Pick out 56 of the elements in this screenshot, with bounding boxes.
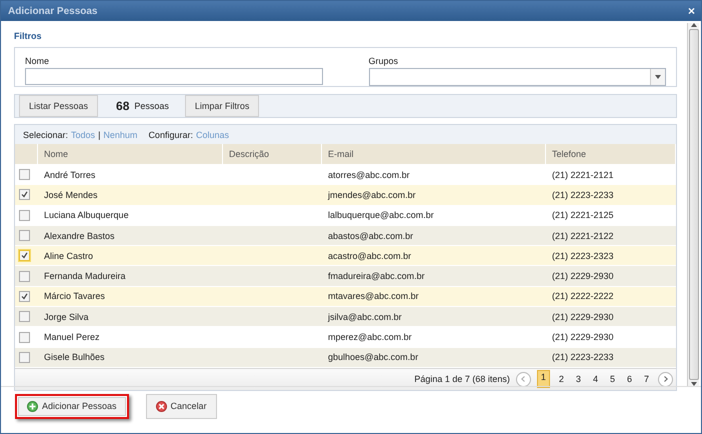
count-label: Pessoas — [134, 101, 169, 111]
table-cell: Fernanda Madureira — [44, 271, 126, 282]
table-cell: Alexandre Bastos — [44, 230, 115, 241]
list-people-button[interactable]: Listar Pessoas — [19, 95, 98, 117]
page-link[interactable]: 5 — [606, 373, 618, 386]
table-cell: Gisele Bulhões — [44, 352, 105, 362]
table-cell: mperez@abc.com.br — [328, 332, 412, 342]
separator: | — [98, 130, 100, 140]
page-link[interactable]: 4 — [590, 373, 601, 386]
table-cell: (21) 2229-2930 — [552, 312, 614, 322]
table-cell: (21) 2223-2233 — [552, 352, 614, 362]
column-header[interactable]: Telefone — [552, 149, 586, 159]
page-link[interactable]: 1 — [536, 370, 550, 388]
page-link[interactable]: 3 — [572, 373, 584, 386]
table-cell: Aline Castro — [44, 250, 94, 261]
field-label: Grupos — [368, 56, 400, 66]
table-cell: Márcio Tavares — [44, 291, 105, 302]
table-cell: (21) 2223-2233 — [552, 190, 614, 200]
table-cell: (21) 2221-2121 — [552, 170, 614, 180]
table-cell: jmendes@abc.com.br — [328, 190, 416, 200]
table-cell: André Torres — [44, 170, 96, 180]
add-people-button[interactable]: Adicionar Pessoas — [15, 394, 129, 418]
table-cell: (21) 2221-2125 — [552, 210, 614, 220]
table-cell: (21) 2223-2323 — [552, 250, 614, 261]
close-button[interactable]: × — [688, 4, 695, 18]
page-link[interactable]: 7 — [640, 373, 652, 386]
people-count: 68 — [116, 99, 130, 113]
table-cell: gbulhoes@abc.com.br — [328, 352, 418, 362]
table-cell: atorres@abc.com.br — [328, 170, 410, 180]
column-header[interactable]: Descrição — [229, 149, 270, 159]
page-summary: Página 1 de 7 (68 itens) — [414, 374, 510, 384]
table-cell: Manuel Perez — [44, 332, 100, 342]
section-title: Filtros — [14, 31, 43, 41]
page-link[interactable]: 2 — [556, 373, 567, 386]
clear-filters-button[interactable]: Limpar Filtros — [184, 95, 260, 117]
table-cell: jsilva@abc.com.br — [328, 312, 402, 322]
configure-label: Configurar: — [148, 130, 193, 140]
select-label: Selecionar: — [23, 130, 68, 140]
table-cell: fmadureira@abc.com.br — [328, 271, 425, 282]
page-link[interactable]: 6 — [624, 373, 635, 386]
table-cell: mtavares@abc.com.br — [328, 291, 419, 302]
table-cell: Luciana Albuquerque — [44, 210, 129, 220]
table-cell: (21) 2221-2122 — [552, 230, 614, 241]
table-cell: abastos@abc.com.br — [328, 230, 414, 241]
window-title: Adicionar Pessoas — [8, 6, 98, 16]
table-cell: acastro@abc.com.br — [328, 250, 412, 261]
column-header[interactable]: E-mail — [328, 149, 354, 159]
table-cell: (21) 2229-2930 — [552, 332, 614, 342]
table-cell: (21) 2222-2222 — [552, 291, 614, 302]
table-cell: lalbuquerque@abc.com.br — [328, 210, 434, 220]
field-label: Nome — [25, 56, 50, 66]
table-cell: Jorge Silva — [44, 312, 89, 322]
column-header[interactable]: Nome — [44, 149, 68, 159]
cancel-button[interactable]: Cancelar — [146, 394, 217, 418]
table-cell: José Mendes — [44, 190, 98, 200]
table-cell: (21) 2229-2930 — [552, 271, 614, 282]
